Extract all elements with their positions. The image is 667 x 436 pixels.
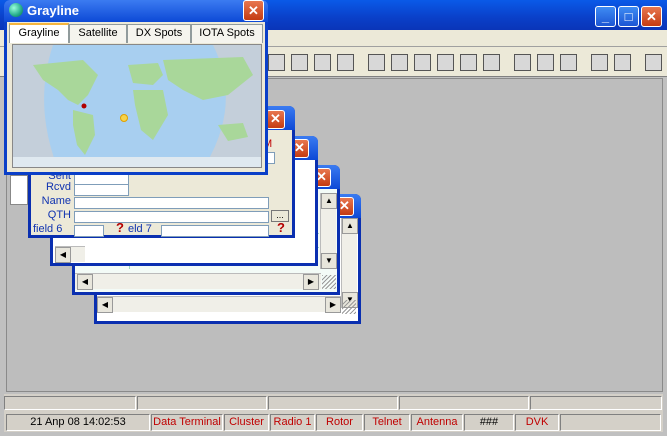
scroll-up-arrow-icon[interactable]: ▲: [342, 218, 358, 234]
tape-icon[interactable]: [560, 54, 577, 71]
function-icon[interactable]: [414, 54, 431, 71]
grayline-close-button[interactable]: ✕: [243, 0, 264, 21]
status-bar-upper: [4, 394, 663, 412]
status-cell-empty: [399, 396, 529, 410]
tab-satellite[interactable]: Satellite: [69, 24, 127, 43]
status-cell-empty: [4, 396, 136, 410]
scroll-up-arrow-icon[interactable]: ▲: [321, 193, 337, 209]
terminal-icon[interactable]: [537, 54, 554, 71]
tab-dx-spots[interactable]: DX Spots: [127, 24, 191, 43]
world-map-image: [13, 45, 261, 167]
log-window-3-vscroll[interactable]: ▲ ▼: [341, 218, 358, 308]
status-radio-1[interactable]: Radio 1: [270, 414, 315, 431]
network-icon[interactable]: [514, 54, 531, 71]
grayline-title: Grayline: [27, 3, 80, 18]
grayline-map[interactable]: [12, 44, 262, 168]
status-telnet[interactable]: Telnet: [364, 414, 410, 431]
log-window-2-hscroll[interactable]: ◀ ▶: [75, 273, 321, 290]
status-cell-empty: [530, 396, 662, 410]
scroll-right-arrow-icon[interactable]: ▶: [303, 274, 319, 290]
status-cell-empty: [137, 396, 267, 410]
scroll-right-arrow-icon[interactable]: ▶: [325, 297, 341, 313]
field-7-input[interactable]: [161, 225, 269, 237]
grid-icon[interactable]: [437, 54, 454, 71]
rcvd-label: Rcvd: [45, 181, 71, 193]
grayline-body: Grayline Satellite DX Spots IOTA Spots: [7, 22, 265, 172]
status-antenna[interactable]: Antenna: [411, 414, 463, 431]
resize-grip-icon[interactable]: [322, 275, 336, 289]
clock-icon[interactable]: [591, 54, 608, 71]
field-7-help-icon[interactable]: ?: [277, 220, 285, 235]
log-window-3-hscroll[interactable]: ◀ ▶: [97, 296, 341, 313]
globe-icon[interactable]: [483, 54, 500, 71]
minimize-button[interactable]: _: [595, 6, 616, 27]
chart-icon[interactable]: [291, 54, 308, 71]
tower-icon[interactable]: [268, 54, 285, 71]
name-label: Name: [41, 195, 71, 207]
panel-fragment: [10, 175, 28, 205]
field-6-label: field 6: [33, 223, 63, 235]
grayline-tabs: Grayline Satellite DX Spots IOTA Spots: [9, 23, 263, 43]
qth-field[interactable]: [74, 211, 269, 223]
field-6-input[interactable]: [74, 225, 104, 237]
scroll-down-arrow-icon[interactable]: ▼: [321, 253, 337, 269]
log-window-2-vscroll[interactable]: ▲ ▼: [320, 193, 337, 269]
tab-grayline[interactable]: Grayline: [9, 23, 69, 43]
window-icon[interactable]: [368, 54, 385, 71]
status-counter: ###: [464, 414, 514, 431]
scroll-left-arrow-icon[interactable]: ◀: [97, 297, 113, 313]
sun-icon: [120, 114, 128, 122]
qth-marker-icon: [81, 103, 87, 109]
scroll-left-arrow-icon[interactable]: ◀: [55, 247, 71, 263]
grayline-title-bar[interactable]: Grayline ✕: [4, 0, 268, 22]
antenna-icon[interactable]: [460, 54, 477, 71]
maximize-button[interactable]: □: [618, 6, 639, 27]
status-cluster[interactable]: Cluster: [224, 414, 269, 431]
go-icon[interactable]: [614, 54, 631, 71]
status-datetime: 21 Anp 08 14:02:53: [6, 414, 150, 431]
status-dvk[interactable]: DVK: [515, 414, 559, 431]
device-icon[interactable]: [645, 54, 662, 71]
status-cell-empty: [268, 396, 398, 410]
status-rotor[interactable]: Rotor: [316, 414, 363, 431]
resize-grip-icon[interactable]: [342, 300, 356, 314]
close-button[interactable]: ✕: [641, 6, 662, 27]
tab-iota-spots[interactable]: IOTA Spots: [191, 24, 263, 43]
scroll-left-arrow-icon[interactable]: ◀: [77, 274, 93, 290]
field-7-label: eld 7: [128, 223, 152, 235]
status-bar: 21 Anp 08 14:02:53 Data Terminal Cluster…: [4, 412, 663, 432]
grayline-window[interactable]: Grayline ✕ Grayline Satellite DX Spots I…: [4, 0, 268, 175]
log-window-1-hscroll[interactable]: ◀: [55, 246, 85, 263]
status-cell-empty: [560, 414, 661, 431]
name-field[interactable]: [74, 197, 269, 209]
phone-icon[interactable]: [314, 54, 331, 71]
rcvd-field[interactable]: [74, 184, 129, 196]
globe-icon: [9, 3, 23, 17]
field-6-help-icon[interactable]: ?: [116, 220, 124, 235]
status-data-terminal[interactable]: Data Terminal: [151, 414, 223, 431]
text-icon[interactable]: [337, 54, 354, 71]
image-icon[interactable]: [391, 54, 408, 71]
qso-entry-close-button[interactable]: ✕: [266, 110, 285, 129]
qth-label: QTH: [47, 209, 71, 221]
